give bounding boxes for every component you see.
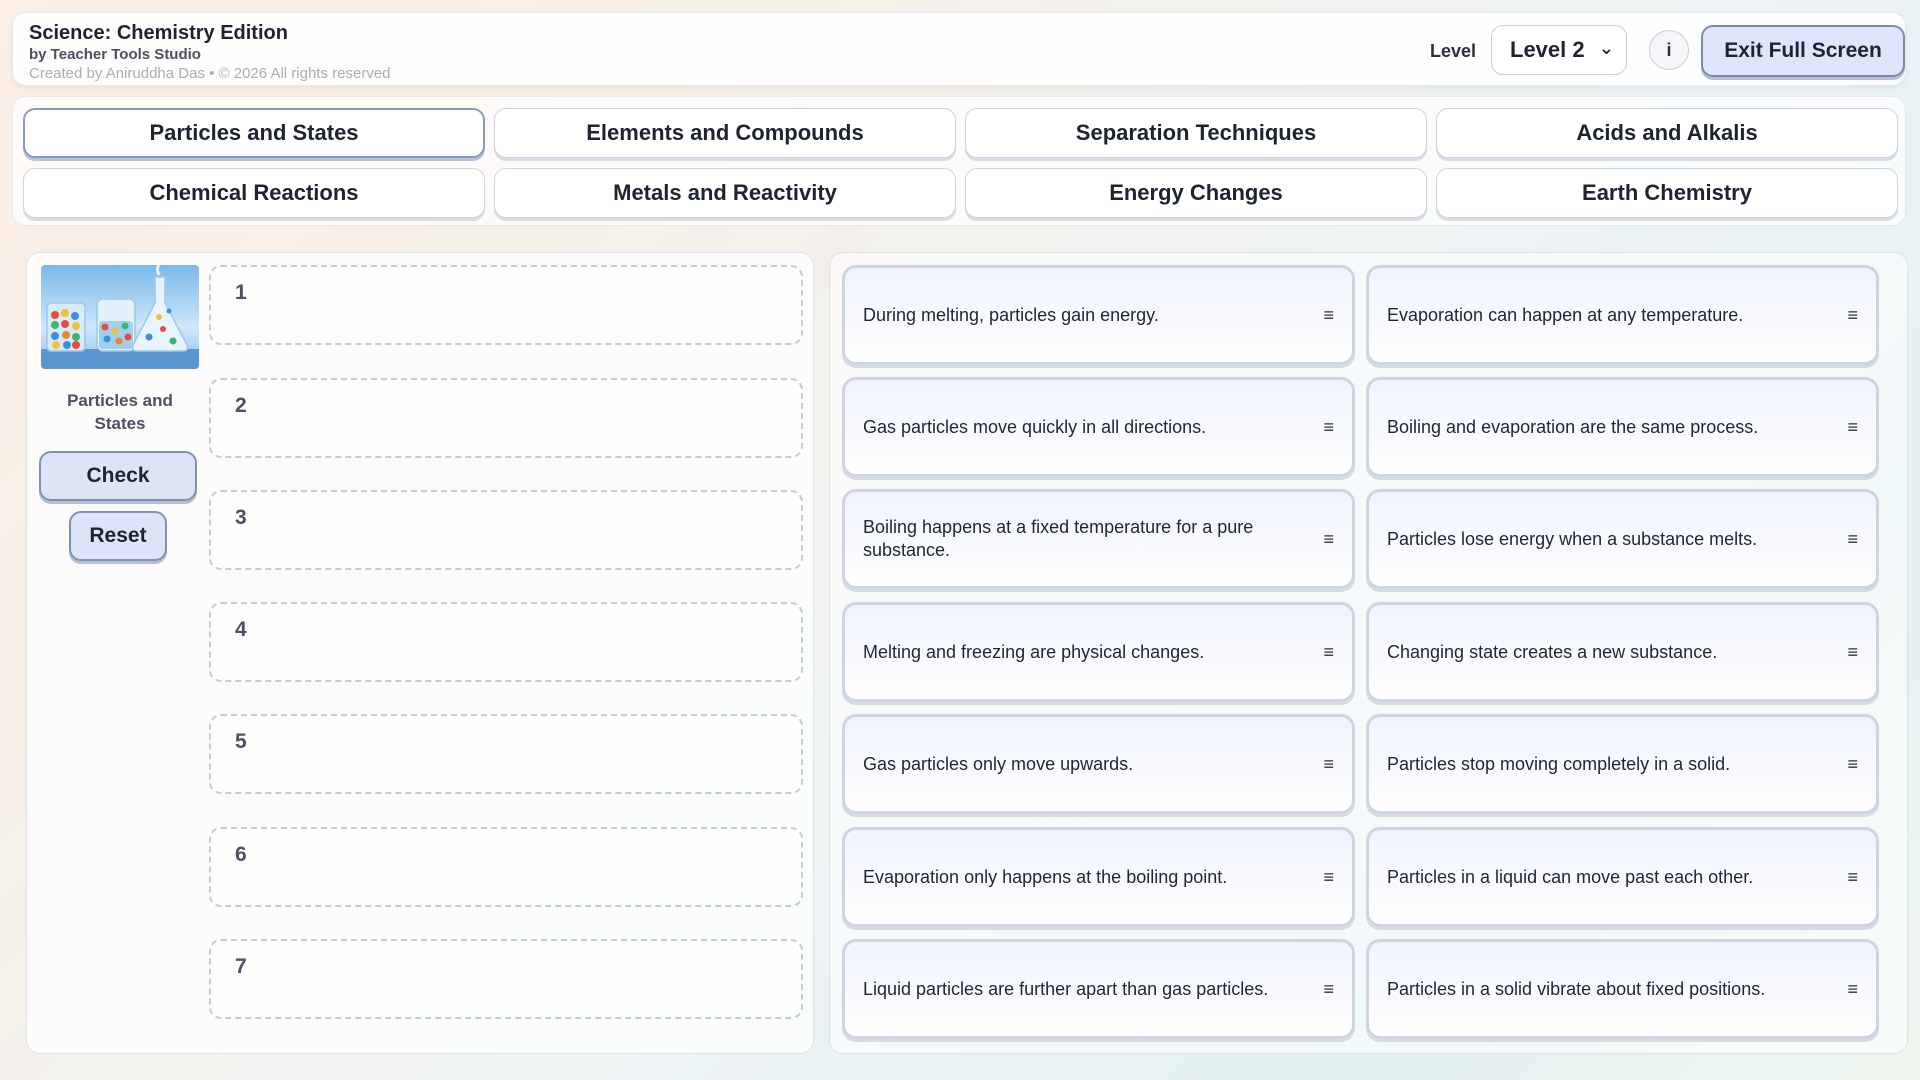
statement-text: Boiling happens at a fixed temperature f…	[863, 517, 1254, 560]
statement-card[interactable]: Gas particles only move upwards. ≡	[842, 714, 1355, 814]
exit-full-screen-button[interactable]: Exit Full Screen	[1701, 25, 1905, 77]
statement-card[interactable]: Particles in a solid vibrate about fixed…	[1366, 939, 1879, 1039]
drag-handle-icon[interactable]: ≡	[1847, 866, 1858, 889]
reset-button[interactable]: Reset	[69, 511, 167, 561]
statement-card[interactable]: Liquid particles are further apart than …	[842, 939, 1355, 1039]
tab-particles-and-states[interactable]: Particles and States	[23, 108, 485, 158]
slot-number: 3	[235, 506, 247, 529]
drag-handle-icon[interactable]: ≡	[1847, 304, 1858, 327]
statement-card[interactable]: Particles lose energy when a substance m…	[1366, 489, 1879, 589]
statement-text: Gas particles move quickly in all direct…	[863, 416, 1207, 437]
slot-number: 2	[235, 394, 247, 417]
slot-number: 1	[235, 281, 247, 304]
statement-text: Particles in a liquid can move past each…	[1387, 866, 1754, 887]
level-label: Level	[1430, 41, 1477, 61]
app-credit: Created by Aniruddha Das • © 2026 All ri…	[29, 65, 391, 82]
statement-bank: During melting, particles gain energy. ≡ …	[829, 252, 1908, 1054]
drag-handle-icon[interactable]: ≡	[1323, 641, 1334, 664]
answer-slot[interactable]: 2	[209, 378, 803, 458]
answer-slot[interactable]: 3	[209, 490, 803, 570]
statement-text: Gas particles only move upwards.	[863, 753, 1134, 774]
statement-card[interactable]: Evaporation can happen at any temperatur…	[1366, 265, 1879, 365]
drag-handle-icon[interactable]: ≡	[1323, 304, 1334, 327]
answer-slot[interactable]: 6	[209, 827, 803, 907]
tab-earth-chemistry[interactable]: Earth Chemistry	[1436, 168, 1898, 218]
level-select-value: Level 2	[1510, 37, 1585, 62]
answer-slot[interactable]: 1	[209, 265, 803, 345]
statement-text: Boiling and evaporation are the same pro…	[1387, 416, 1759, 437]
tab-acids-and-alkalis[interactable]: Acids and Alkalis	[1436, 108, 1898, 158]
statement-card[interactable]: Changing state creates a new substance. ≡	[1366, 602, 1879, 702]
statement-text: Particles lose energy when a substance m…	[1387, 528, 1758, 549]
app-header: Science: Chemistry Edition by Teacher To…	[12, 12, 1906, 86]
check-button[interactable]: Check	[39, 451, 197, 501]
drag-handle-icon[interactable]: ≡	[1847, 978, 1858, 1001]
slot-number: 4	[235, 618, 247, 641]
drag-handle-icon[interactable]: ≡	[1323, 866, 1334, 889]
app-subtitle: by Teacher Tools Studio	[29, 46, 201, 63]
statement-card[interactable]: Particles in a liquid can move past each…	[1366, 827, 1879, 927]
statement-text: Evaporation can happen at any temperatur…	[1387, 304, 1744, 325]
statement-text: Particles in a solid vibrate about fixed…	[1387, 978, 1766, 999]
chevron-down-icon: ⌄	[1598, 38, 1614, 58]
app-title: Science: Chemistry Edition	[29, 22, 288, 44]
statement-card[interactable]: Evaporation only happens at the boiling …	[842, 827, 1355, 927]
statement-text: Evaporation only happens at the boiling …	[863, 866, 1228, 887]
info-button[interactable]: i	[1649, 30, 1689, 70]
statement-text: During melting, particles gain energy.	[863, 304, 1159, 325]
tab-separation-techniques[interactable]: Separation Techniques	[965, 108, 1427, 158]
answer-slot[interactable]: 4	[209, 602, 803, 682]
statement-text: Changing state creates a new substance.	[1387, 641, 1718, 662]
statement-card[interactable]: Boiling and evaporation are the same pro…	[1366, 377, 1879, 477]
statement-card[interactable]: Boiling happens at a fixed temperature f…	[842, 489, 1355, 589]
tab-energy-changes[interactable]: Energy Changes	[965, 168, 1427, 218]
answer-slot[interactable]: 5	[209, 714, 803, 794]
tab-elements-and-compounds[interactable]: Elements and Compounds	[494, 108, 956, 158]
slot-number: 7	[235, 955, 247, 978]
drag-handle-icon[interactable]: ≡	[1847, 528, 1858, 551]
tab-metals-and-reactivity[interactable]: Metals and Reactivity	[494, 168, 956, 218]
drag-handle-icon[interactable]: ≡	[1847, 753, 1858, 776]
brand: Science: Chemistry Edition by Teacher To…	[29, 21, 391, 83]
drag-handle-icon[interactable]: ≡	[1323, 753, 1334, 776]
topic-name: Particles and States	[67, 391, 173, 433]
level-select[interactable]: Level 2 ⌄	[1491, 25, 1627, 75]
drag-handle-icon[interactable]: ≡	[1847, 641, 1858, 664]
slot-number: 5	[235, 730, 247, 753]
answer-panel: Particles and States Check Reset 1 2 3 4…	[26, 252, 814, 1054]
drag-handle-icon[interactable]: ≡	[1323, 528, 1334, 551]
statement-text: Melting and freezing are physical change…	[863, 641, 1205, 662]
statement-card[interactable]: Particles stop moving completely in a so…	[1366, 714, 1879, 814]
drag-handle-icon[interactable]: ≡	[1323, 978, 1334, 1001]
topic-thumbnail-image	[41, 265, 199, 369]
statement-card[interactable]: Melting and freezing are physical change…	[842, 602, 1355, 702]
drag-handle-icon[interactable]: ≡	[1323, 416, 1334, 439]
statement-text: Particles stop moving completely in a so…	[1387, 753, 1731, 774]
topic-tabs: Particles and States Elements and Compou…	[12, 96, 1906, 226]
answer-slot[interactable]: 7	[209, 939, 803, 1019]
drag-handle-icon[interactable]: ≡	[1847, 416, 1858, 439]
tab-chemical-reactions[interactable]: Chemical Reactions	[23, 168, 485, 218]
statement-text: Liquid particles are further apart than …	[863, 978, 1269, 999]
statement-card[interactable]: During melting, particles gain energy. ≡	[842, 265, 1355, 365]
statement-card[interactable]: Gas particles move quickly in all direct…	[842, 377, 1355, 477]
slot-number: 6	[235, 843, 247, 866]
